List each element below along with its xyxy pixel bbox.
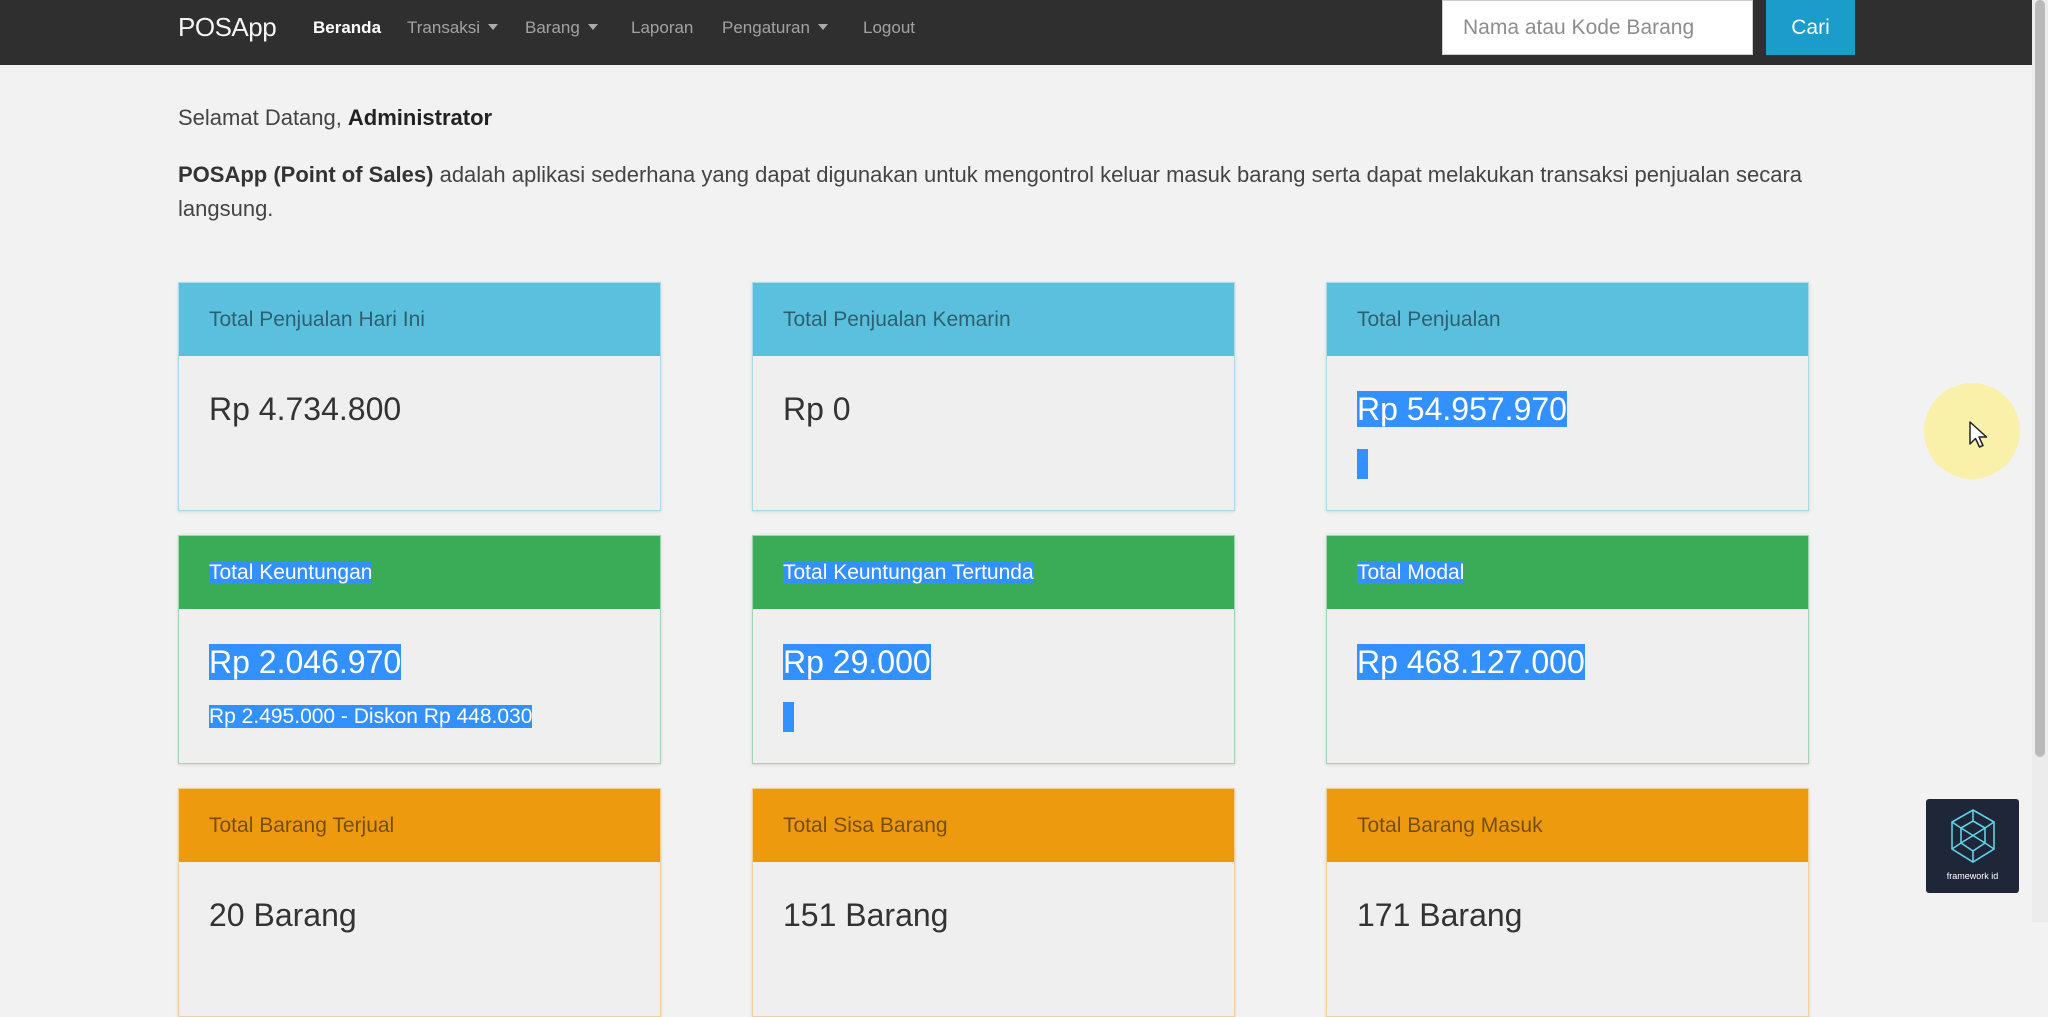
welcome-message: Selamat Datang, Administrator [178,104,492,132]
arrow-pointer-icon [1969,421,1988,448]
card-value: Rp 4.734.800 [209,391,402,427]
scrollbar-thumb[interactable] [2035,0,2045,757]
card-value: Rp 468.127.000 [1357,644,1585,680]
welcome-user: Administrator [347,105,493,130]
search-button[interactable]: Cari [1766,0,1855,55]
card-title: Total Penjualan Kemarin [783,308,1011,331]
card-header: Total Keuntungan [179,536,660,609]
brand-logo-link[interactable]: POSApp [178,0,277,55]
card-header: Total Sisa Barang [753,789,1234,862]
card-total-barang-masuk: Total Barang Masuk 171 Barang [1326,788,1809,1017]
nav-label: Logout [863,18,915,37]
logo-text: framework id [1946,871,1999,881]
navbar: POSApp Beranda Transaksi Barang Laporan … [0,0,2048,65]
app-description: POSApp (Point of Sales) adalah aplikasi … [178,158,1833,226]
card-total-penjualan-hari-ini: Total Penjualan Hari Ini Rp 4.734.800 [178,282,661,511]
card-header: Total Penjualan [1327,283,1808,356]
card-total-keuntungan: Total Keuntungan Rp 2.046.970 Rp 2.495.0… [178,535,661,764]
card-value: 151 Barang [783,897,949,933]
card-title: Total Barang Terjual [209,814,395,837]
card-total-barang-terjual: Total Barang Terjual 20 Barang [178,788,661,1017]
card-title: Total Penjualan [1357,308,1501,331]
card-title: Total Barang Masuk [1357,814,1543,837]
geodesic-icon [1951,809,1995,863]
nav-item-barang[interactable]: Barang [525,0,598,55]
nav-item-beranda[interactable]: Beranda [313,0,381,55]
card-value: Rp 29.000 [783,644,931,680]
nav-item-laporan[interactable]: Laporan [631,0,693,55]
card-value: Rp 2.046.970 [209,644,402,680]
caret-down-icon [817,24,828,30]
nav-item-pengaturan[interactable]: Pengaturan [722,0,828,55]
app-description-strong: POSApp (Point of Sales) [178,162,434,187]
card-total-penjualan-kemarin: Total Penjualan Kemarin Rp 0 [752,282,1235,511]
card-total-keuntungan-tertunda: Total Keuntungan Tertunda Rp 29.000 [752,535,1235,764]
nav-label: Laporan [631,18,694,37]
card-header: Total Keuntungan Tertunda [753,536,1234,609]
card-header: Total Barang Masuk [1327,789,1808,862]
card-title: Total Modal [1357,561,1465,584]
card-value: Rp 0 [783,391,851,427]
card-total-sisa-barang: Total Sisa Barang 151 Barang [752,788,1235,1017]
nav-label: Barang [525,18,580,37]
card-header: Total Barang Terjual [179,789,660,862]
card-total-penjualan: Total Penjualan Rp 54.957.970 [1326,282,1809,511]
nav-item-transaksi[interactable]: Transaksi [407,0,499,55]
card-value: Rp 54.957.970 [1357,391,1567,427]
welcome-prefix: Selamat Datang, [178,105,342,130]
nav-label: Pengaturan [722,18,810,37]
card-total-modal: Total Modal Rp 468.127.000 [1326,535,1809,764]
caret-down-icon [587,24,598,30]
search-input[interactable] [1442,0,1753,55]
card-title: Total Keuntungan [209,561,373,584]
card-value: 171 Barang [1357,897,1523,933]
caret-down-icon [488,24,499,30]
card-title: Total Keuntungan Tertunda [783,561,1034,584]
nav-label: Transaksi [407,18,481,37]
card-value: 20 Barang [209,897,357,933]
card-title: Total Sisa Barang [783,814,948,837]
card-header: Total Modal [1327,536,1808,609]
card-header: Total Penjualan Hari Ini [179,283,660,356]
selection-blank-line [1357,449,1368,479]
nav-label: Beranda [313,18,382,37]
framework-id-logo: framework id [1926,799,2019,893]
card-title: Total Penjualan Hari Ini [209,308,425,331]
vertical-scrollbar[interactable] [2032,0,2048,922]
selection-blank-line [783,702,794,732]
card-note: Rp 2.495.000 - Diskon Rp 448.030 [209,705,533,728]
nav-item-logout[interactable]: Logout [863,0,915,55]
card-header: Total Penjualan Kemarin [753,283,1234,356]
